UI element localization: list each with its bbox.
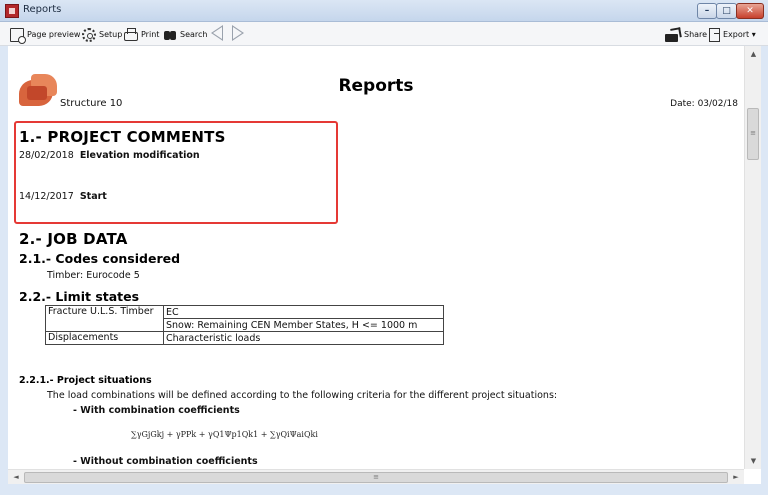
app-icon xyxy=(5,4,19,18)
project-situations-intro: The load combinations will be defined ac… xyxy=(47,390,558,401)
scroll-right-icon[interactable]: ► xyxy=(728,470,744,485)
structure-name: Structure 10 xyxy=(60,98,123,109)
maximize-icon: □ xyxy=(722,6,731,16)
minimize-button[interactable]: – xyxy=(697,3,717,19)
scroll-down-icon[interactable]: ▼ xyxy=(745,453,762,469)
binoculars-icon xyxy=(163,28,177,42)
share-icon xyxy=(665,28,681,42)
share-button[interactable]: Share xyxy=(665,26,707,43)
window-title: Reports xyxy=(23,4,62,15)
search-label: Search xyxy=(180,30,208,39)
table-cell: Fracture U.L.S. Timber xyxy=(45,305,164,332)
section-codes-considered: 2.1.- Codes considered xyxy=(19,251,181,266)
previous-arrow-icon[interactable] xyxy=(211,25,223,41)
scroll-left-icon[interactable]: ◄ xyxy=(8,470,24,485)
close-button[interactable]: ✕ xyxy=(736,3,764,19)
maximize-button[interactable]: □ xyxy=(716,3,737,19)
report-viewport[interactable]: Reports Structure 10 Date: 03/02/18 1.- … xyxy=(8,46,744,469)
grip-icon: ≡ xyxy=(750,129,756,137)
section-project-comments: 1.- PROJECT COMMENTS xyxy=(19,128,226,146)
table-cell: Snow: Remaining CEN Member States, H <= … xyxy=(163,318,444,332)
horizontal-scrollbar[interactable]: ◄ ≡ ► xyxy=(8,469,744,484)
export-icon xyxy=(709,27,720,42)
section-job-data: 2.- JOB DATA xyxy=(19,230,128,248)
page-preview-icon xyxy=(10,27,26,44)
export-button[interactable]: Export ▾ xyxy=(709,26,756,43)
table-cell: Displacements xyxy=(45,331,164,345)
section-project-situations: 2.2.1.- Project situations xyxy=(19,375,152,386)
table-row: Displacements Characteristic loads xyxy=(45,331,444,345)
horizontal-scroll-thumb[interactable]: ≡ xyxy=(24,472,728,483)
section-limit-states: 2.2.- Limit states xyxy=(19,289,140,304)
title-bar: Reports – □ ✕ xyxy=(0,0,768,22)
comment-date: 28/02/2018 xyxy=(19,150,74,161)
page-preview-label: Page preview xyxy=(27,30,81,39)
print-label: Print xyxy=(141,30,160,39)
window-frame xyxy=(761,46,768,495)
vertical-scrollbar[interactable]: ▲ ≡ ▼ xyxy=(744,46,761,469)
comment-date: 14/12/2017 xyxy=(19,191,74,202)
report-date: Date: 03/02/18 xyxy=(670,99,738,109)
limit-states-table: Fracture U.L.S. Timber EC Snow: Remainin… xyxy=(45,305,444,345)
window-frame xyxy=(0,484,768,495)
report-title: Reports xyxy=(338,76,414,96)
export-label: Export ▾ xyxy=(723,30,756,39)
grip-icon: ≡ xyxy=(373,473,379,481)
comment-text: Elevation modification xyxy=(79,150,200,161)
comment-item: 14/12/2017 Start xyxy=(19,191,107,202)
toolbar: Page preview Setup Print Search Share Ex… xyxy=(0,22,768,46)
table-row: Fracture U.L.S. Timber EC xyxy=(45,305,444,332)
scroll-up-icon[interactable]: ▲ xyxy=(745,46,762,62)
print-button[interactable]: Print xyxy=(124,26,159,43)
setup-label: Setup xyxy=(99,30,123,39)
window-frame xyxy=(0,46,8,495)
page-preview-button[interactable]: Page preview xyxy=(10,26,81,44)
next-arrow-icon[interactable] xyxy=(232,25,244,41)
search-button[interactable]: Search xyxy=(163,26,207,43)
report-page: Reports Structure 10 Date: 03/02/18 1.- … xyxy=(8,46,744,469)
combination-formula: ∑γGjGkj + γPPk + γQ1Ψp1Qk1 + ∑γQiΨaiQki xyxy=(131,430,318,439)
minimize-icon: – xyxy=(704,6,710,16)
with-combination-coefficients: - With combination coefficients xyxy=(73,405,240,416)
comment-item: 28/02/2018 Elevation modification xyxy=(19,150,200,161)
vertical-scroll-thumb[interactable]: ≡ xyxy=(747,108,759,160)
codes-considered-value: Timber: Eurocode 5 xyxy=(47,270,140,281)
comment-text: Start xyxy=(79,191,107,202)
table-cell: EC xyxy=(163,305,444,319)
without-combination-coefficients: - Without combination coefficients xyxy=(73,456,258,467)
share-label: Share xyxy=(684,30,708,39)
printer-icon xyxy=(124,27,138,41)
gear-icon xyxy=(82,27,96,42)
table-cell: Characteristic loads xyxy=(163,331,444,345)
close-icon: ✕ xyxy=(746,6,754,16)
setup-button[interactable]: Setup xyxy=(82,26,122,43)
